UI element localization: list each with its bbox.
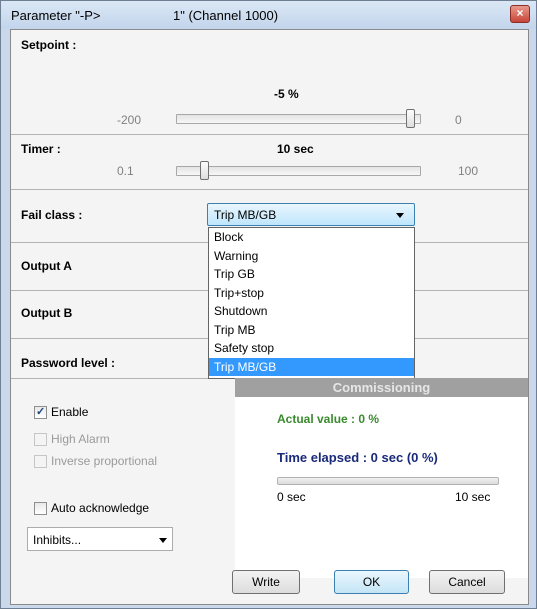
- dialog-body: Setpoint : -5 % -200 0 Timer : 10 sec 0.…: [10, 29, 529, 605]
- close-icon: ×: [516, 6, 524, 20]
- inverse-proportional-checkbox[interactable]: [34, 455, 47, 468]
- title-channel: 1" (Channel 1000): [173, 8, 279, 23]
- close-button[interactable]: ×: [510, 5, 530, 23]
- high-alarm-checkbox[interactable]: [34, 433, 47, 446]
- inhibits-dropdown[interactable]: Inhibits...: [27, 527, 173, 551]
- fail-class-option[interactable]: Trip GB: [209, 265, 414, 283]
- parameter-dialog: Parameter "-P> 1" (Channel 1000) × Setpo…: [0, 0, 537, 609]
- timer-slider-thumb[interactable]: [199, 161, 209, 180]
- fail-class-option[interactable]: Trip+stop: [209, 284, 414, 302]
- timer-value: 10 sec: [277, 142, 314, 156]
- time-elapsed-progress-bar: [277, 477, 499, 485]
- fail-class-options-list: Block Warning Trip GB Trip+stop Shutdown Trip…: [208, 227, 415, 379]
- setpoint-slider-thumb[interactable]: [406, 109, 416, 128]
- time-elapsed: Time elapsed : 0 sec (0 %): [277, 450, 438, 465]
- timer-min: 0.1: [117, 164, 134, 178]
- enable-label: Enable: [51, 405, 89, 419]
- high-alarm-label: High Alarm: [51, 432, 110, 446]
- range-min: 0 sec: [277, 490, 306, 504]
- title-prefix: Parameter "-P>: [11, 8, 101, 23]
- setpoint-value: -5 %: [274, 87, 299, 101]
- commissioning-header: Commissioning: [235, 378, 528, 397]
- timer-max: 100: [458, 164, 479, 178]
- window-title: Parameter "-P> 1" (Channel 1000): [11, 8, 278, 23]
- auto-acknowledge-checkbox[interactable]: [34, 502, 47, 515]
- timer-slider-track[interactable]: [176, 166, 421, 176]
- cancel-button[interactable]: Cancel: [429, 570, 505, 594]
- setpoint-max: 0: [455, 113, 462, 127]
- setpoint-min: -200: [117, 113, 142, 127]
- output-b-label: Output B: [21, 306, 73, 320]
- fail-class-option[interactable]: Trip MB/GB: [209, 357, 414, 376]
- fail-class-option[interactable]: Trip MB: [209, 321, 414, 339]
- fail-class-selected: Trip MB/GB: [214, 208, 277, 222]
- fail-class-label: Fail class :: [21, 208, 83, 222]
- enable-checkbox[interactable]: ✓: [34, 406, 47, 419]
- ok-button[interactable]: OK: [334, 570, 409, 594]
- fail-class-option[interactable]: Safety stop: [209, 339, 414, 357]
- chevron-down-icon: [396, 213, 404, 218]
- range-max: 10 sec: [455, 490, 491, 504]
- timer-label: Timer :: [21, 142, 61, 156]
- write-button[interactable]: Write: [232, 570, 300, 594]
- fail-class-option[interactable]: Warning: [209, 247, 414, 265]
- actual-value: Actual value : 0 %: [277, 412, 380, 426]
- fail-class-option[interactable]: Shutdown: [209, 302, 414, 320]
- title-bar[interactable]: Parameter "-P> 1" (Channel 1000) ×: [1, 1, 536, 29]
- auto-acknowledge-label: Auto acknowledge: [51, 501, 150, 515]
- inverse-proportional-label: Inverse proportional: [51, 454, 158, 468]
- setpoint-slider-track[interactable]: [176, 114, 421, 124]
- inhibits-value: Inhibits...: [33, 533, 82, 547]
- password-level-label: Password level :: [21, 356, 116, 370]
- checkmark-icon: ✓: [36, 406, 46, 418]
- fail-class-dropdown[interactable]: Trip MB/GB: [207, 203, 415, 226]
- output-a-label: Output A: [21, 259, 72, 273]
- chevron-down-icon: [159, 538, 167, 543]
- setpoint-section: Setpoint : -5 % -200 0: [11, 30, 528, 135]
- timer-section: Timer : 10 sec 0.1 100: [11, 134, 528, 190]
- fail-class-option[interactable]: Block: [209, 228, 414, 246]
- setpoint-label: Setpoint :: [21, 38, 77, 52]
